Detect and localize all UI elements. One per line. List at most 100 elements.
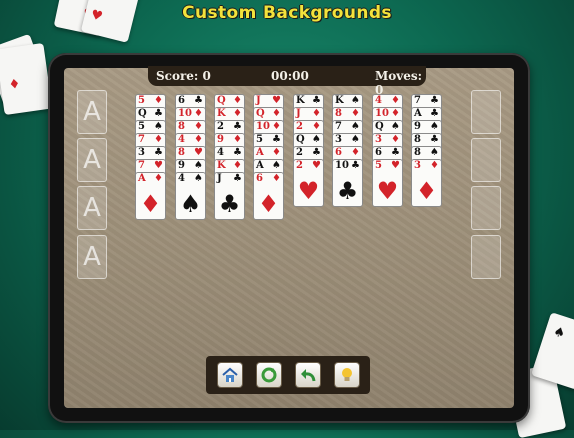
- playing-card[interactable]: 3 ♦ ♦: [411, 159, 442, 207]
- playing-card[interactable]: 10 ♣ ♣: [332, 159, 363, 207]
- card-rank: 8: [414, 147, 421, 158]
- card-suit-icon: ♣: [430, 95, 439, 106]
- free-cell-4[interactable]: [471, 235, 501, 279]
- card-suit-icon: ♦: [391, 95, 400, 106]
- undo-icon: [301, 369, 316, 382]
- card-rank: 7: [138, 134, 145, 145]
- card-suit-icon: ♦: [233, 95, 242, 106]
- card-rank: 3: [414, 160, 421, 171]
- card-suit-icon: ♣: [233, 173, 242, 184]
- playing-card[interactable]: 5 ♥ ♥: [372, 159, 403, 207]
- score-bar: Score: 0 00:00 Moves: 0: [148, 66, 426, 97]
- free-cell-1[interactable]: [471, 90, 501, 134]
- card-rank: K: [217, 108, 226, 119]
- card-rank: 4: [178, 134, 185, 145]
- card-suit-icon: ♣: [194, 95, 203, 106]
- card-suit-icon: ♦: [233, 108, 242, 119]
- card-suit-large-icon: ♦: [139, 190, 162, 218]
- card-rank: 5: [375, 160, 382, 171]
- card-suit-icon: ♠: [351, 134, 360, 145]
- card-suit-icon: ♦: [272, 173, 281, 184]
- card-suit-icon: ♠: [391, 121, 400, 132]
- card-rank: 3: [138, 147, 145, 158]
- foundation-slot-4[interactable]: A: [77, 235, 107, 279]
- playing-card[interactable]: 6 ♦ ♦: [253, 172, 284, 220]
- card-suit-icon: ♦: [391, 108, 400, 119]
- restart-icon: [261, 367, 277, 383]
- free-cell-2[interactable]: [471, 138, 501, 182]
- home-button[interactable]: [218, 363, 242, 387]
- card-rank: 8: [178, 147, 185, 158]
- card-suit-icon: ♦: [194, 108, 203, 119]
- playing-card[interactable]: 4 ♠ ♠: [175, 172, 206, 220]
- card-rank: 3: [375, 134, 382, 145]
- card-suit-icon: ♣: [312, 95, 321, 106]
- undo-button[interactable]: [296, 363, 320, 387]
- card-suit-icon: ♣: [312, 147, 321, 158]
- decor-heart-icon: ♥: [89, 7, 105, 25]
- card-suit-icon: ♦: [351, 108, 360, 119]
- card-rank: 5: [138, 95, 145, 106]
- card-suit-icon: ♣: [233, 121, 242, 132]
- hint-button[interactable]: [335, 363, 359, 387]
- card-rank: 8: [178, 121, 185, 132]
- card-suit-icon: ♦: [312, 121, 321, 132]
- card-rank: A: [256, 160, 264, 171]
- card-rank: 6: [256, 173, 263, 184]
- card-rank: A: [414, 108, 422, 119]
- card-suit-icon: ♠: [430, 121, 439, 132]
- decor-diamond-icon: ♦: [7, 76, 22, 94]
- card-rank: 4: [178, 173, 185, 184]
- card-suit-icon: ♣: [233, 147, 242, 158]
- card-rank: 2: [296, 147, 303, 158]
- card-rank: 7: [414, 95, 421, 106]
- card-suit-icon: ♥: [194, 147, 203, 158]
- card-rank: Q: [375, 121, 384, 132]
- foundation-placeholder: A: [83, 193, 101, 223]
- card-suit-icon: ♣: [430, 134, 439, 145]
- foundation-slot-3[interactable]: A: [77, 186, 107, 230]
- card-rank: 4: [375, 95, 382, 106]
- card-rank: J: [296, 108, 301, 119]
- card-rank: 6: [335, 147, 342, 158]
- decor-card-top-left-2: ♦: [0, 42, 53, 116]
- score-label: Score: 0: [156, 69, 211, 83]
- card-rank: K: [217, 160, 226, 171]
- moves-label: Moves: 0: [375, 69, 423, 97]
- card-suit-large-icon: ♠: [179, 190, 202, 218]
- foundation-slot-1[interactable]: A: [77, 90, 107, 134]
- card-rank: 3: [335, 134, 342, 145]
- card-rank: J: [256, 95, 261, 106]
- card-suit-icon: ♠: [351, 121, 360, 132]
- playing-card[interactable]: J ♣ ♣: [214, 172, 245, 220]
- foundation-placeholder: A: [83, 242, 101, 272]
- card-rank: 10: [335, 160, 349, 171]
- card-rank: A: [138, 173, 146, 184]
- card-rank: K: [296, 95, 305, 106]
- card-suit-large-icon: ♥: [376, 177, 399, 205]
- card-rank: 2: [296, 160, 303, 171]
- free-cell-3[interactable]: [471, 186, 501, 230]
- card-rank: A: [256, 147, 264, 158]
- card-rank: 4: [217, 147, 224, 158]
- card-rank: 7: [335, 121, 342, 132]
- playing-card[interactable]: A ♦ ♦: [135, 172, 166, 220]
- card-rank: 2: [217, 121, 224, 132]
- hint-bulb-icon: [342, 368, 352, 381]
- card-rank: Q: [217, 95, 226, 106]
- card-suit-icon: ♦: [154, 173, 163, 184]
- card-rank: Q: [256, 108, 265, 119]
- card-rank: 5: [138, 121, 145, 132]
- playing-card[interactable]: 2 ♥ ♥: [293, 159, 324, 207]
- card-rank: 10: [256, 121, 270, 132]
- card-suit-icon: ♦: [233, 160, 242, 171]
- card-suit-large-icon: ♦: [257, 190, 280, 218]
- foundation-slot-2[interactable]: A: [77, 138, 107, 182]
- card-suit-icon: ♥: [272, 95, 281, 106]
- card-suit-icon: ♣: [154, 147, 163, 158]
- card-suit-icon: ♥: [312, 160, 321, 171]
- card-rank: 9: [217, 134, 224, 145]
- card-rank: Q: [138, 108, 147, 119]
- card-suit-icon: ♣: [430, 108, 439, 119]
- restart-button[interactable]: [257, 363, 281, 387]
